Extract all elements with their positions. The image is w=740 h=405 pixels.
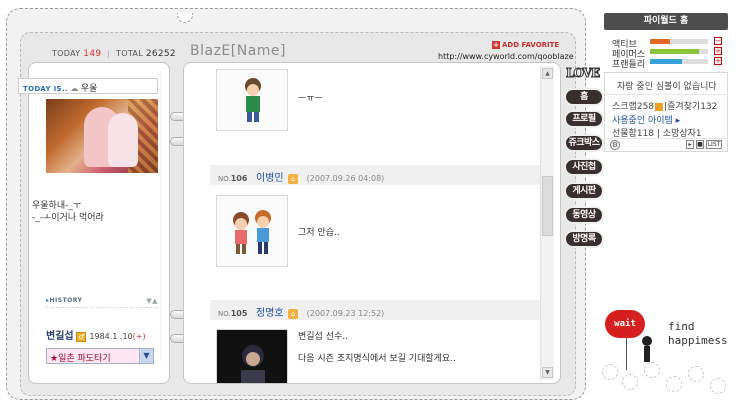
- tab-guestbook[interactable]: 방명록: [564, 230, 604, 248]
- stat-fill: [650, 49, 700, 54]
- collapse-icon[interactable]: ▼▲: [146, 297, 158, 305]
- minimi-icon: [245, 78, 261, 122]
- entry-photo: [216, 329, 288, 383]
- fav-label[interactable]: 즐겨찾기: [667, 102, 700, 112]
- tab-photos[interactable]: 사진첩: [564, 158, 604, 176]
- wait-balloon: wait: [605, 310, 645, 338]
- add-favorite-label: ADD FAVORITE: [502, 41, 560, 49]
- home-icon[interactable]: ⌂: [288, 174, 299, 184]
- tab-home[interactable]: 홈: [564, 88, 604, 106]
- tab-videos[interactable]: 동영상: [564, 206, 604, 224]
- entry-text: 다음 시즌 조지명식에서 보길 기대할게요..: [298, 354, 456, 364]
- scrollbar[interactable]: ▲ ▼: [540, 66, 554, 380]
- entry-text: 변길섭 선수..: [298, 332, 348, 342]
- stat-bar: [650, 49, 708, 54]
- total-label: TOTAL: [116, 49, 143, 58]
- visitor-separator: |: [107, 49, 111, 58]
- history-toggle[interactable]: ▸HISTORY ▼▲: [46, 297, 158, 305]
- widget-divider: [604, 138, 728, 139]
- total-count: 26252: [145, 49, 176, 59]
- plus-icon[interactable]: +: [714, 57, 722, 65]
- find-happiness-text: find happimess: [668, 320, 728, 347]
- scroll-thumb[interactable]: [542, 176, 553, 236]
- minimi-couple-icon: [233, 210, 271, 254]
- plus-icon[interactable]: +: [714, 47, 722, 55]
- home-icon[interactable]: ⌂: [288, 309, 299, 319]
- profile-photo[interactable]: [46, 99, 158, 173]
- stop-icon[interactable]: ■: [696, 140, 704, 149]
- guestbook-panel: ㅡㅠㅡ NO.106 이병민 ⌂ (2007.09.26 04:08) 그저 안…: [183, 62, 561, 384]
- ilchon-select[interactable]: ★일촌 파도타기 ▼: [46, 348, 154, 364]
- stat-fill: [650, 39, 671, 44]
- entry-header: NO.105 정명호 ⌂ (2007.09.23 12:52): [210, 300, 540, 320]
- fav-count: 132: [700, 102, 718, 112]
- widget-divider: [604, 94, 728, 95]
- entry-text: ㅡㅠㅡ: [298, 94, 323, 104]
- photo-figure-2: [108, 113, 138, 167]
- home-url[interactable]: http://www.cyworld.com/qooblaze: [438, 52, 574, 61]
- today-label: TODAY: [52, 49, 81, 58]
- today-count: 149: [83, 49, 102, 59]
- entry-writer[interactable]: 이병민: [256, 173, 284, 184]
- scrap-label[interactable]: 스크랩: [612, 102, 637, 112]
- new-icon: [655, 102, 664, 111]
- tab-board[interactable]: 게시판: [564, 182, 604, 200]
- male-icon: ♂: [76, 331, 87, 342]
- love-logo: LOVE: [565, 66, 600, 81]
- today-is-label: TODAY IS..: [23, 85, 68, 93]
- widget-title[interactable]: 파이월드 홈: [604, 13, 728, 30]
- add-favorite-button[interactable]: + ADD FAVORITE: [492, 41, 559, 49]
- stat-famous: 페이머스 +: [612, 47, 727, 60]
- entry-minimi: [216, 69, 288, 131]
- birth-plus: (+): [132, 332, 146, 341]
- person-photo-icon: [241, 345, 265, 383]
- scroll-up-icon[interactable]: ▲: [542, 68, 553, 79]
- stat-active: 액티브 −: [612, 37, 727, 50]
- no-symbol-text: 자랑 중인 심볼이 없습니다: [617, 82, 717, 92]
- stat-fill: [650, 59, 682, 64]
- frame-notch: [177, 13, 193, 23]
- prev-icon[interactable]: ▸: [686, 140, 694, 149]
- list-button[interactable]: LIST: [706, 140, 722, 149]
- owner-name[interactable]: 변길섭: [46, 331, 74, 342]
- ilchon-select-value: ★일촌 파도타기: [50, 354, 111, 364]
- entry-minimi: [216, 195, 288, 267]
- profile-message: 우울하내-_ㅜ -_-ㅗ이거나 먹어라: [32, 201, 104, 223]
- entry-text: 그저 안습..: [298, 228, 340, 238]
- tab-profile[interactable]: 프로필: [564, 110, 604, 128]
- plus-icon: +: [492, 41, 500, 49]
- home-title: BlazE[Name]: [190, 43, 286, 59]
- mood-value: 우울: [80, 84, 98, 94]
- history-label: HISTORY: [49, 297, 83, 304]
- entry-number: NO.105: [218, 309, 248, 318]
- tab-jukebox[interactable]: 쥬크박스: [564, 134, 604, 152]
- stat-bar: [650, 59, 708, 64]
- chevron-down-icon[interactable]: ▼: [139, 349, 153, 363]
- scroll-down-icon[interactable]: ▼: [542, 367, 553, 378]
- owner-info: 변길섭 ♂ 1984.1 .10(+): [46, 327, 146, 342]
- decorative-flowers: [600, 358, 740, 405]
- owner-birth: 1984.1 .10: [89, 332, 133, 341]
- entry-writer[interactable]: 정명호: [256, 308, 284, 319]
- visitor-counter: TODAY 149 | TOTAL 26252: [52, 49, 176, 59]
- entry-header: NO.106 이병민 ⌂ (2007.09.26 04:08): [210, 165, 540, 185]
- minus-icon[interactable]: −: [714, 37, 722, 45]
- entry-date: (2007.09.26 04:08): [306, 174, 385, 183]
- scrap-fav-row: 스크랩258 |즐겨찾기132: [612, 102, 718, 112]
- gear-icon[interactable]: ⚙: [610, 140, 620, 150]
- stat-label: 프랜들리: [612, 60, 646, 70]
- entry-date: (2007.09.23 12:52): [306, 309, 385, 318]
- history-divider: [46, 307, 158, 308]
- mood-icon: ☁: [70, 84, 79, 93]
- entry-number: NO.106: [218, 174, 248, 183]
- scrap-count: 258: [636, 102, 655, 112]
- widget-controls: ⚙ ▸ ■ LIST: [610, 140, 722, 150]
- items-in-use-link[interactable]: 사용중인 아이템 ▸: [612, 113, 680, 126]
- today-is-box: TODAY IS.. ☁ 우울: [18, 78, 158, 94]
- stat-friendly: 프랜들리 +: [612, 57, 727, 70]
- stat-bar: [650, 39, 708, 44]
